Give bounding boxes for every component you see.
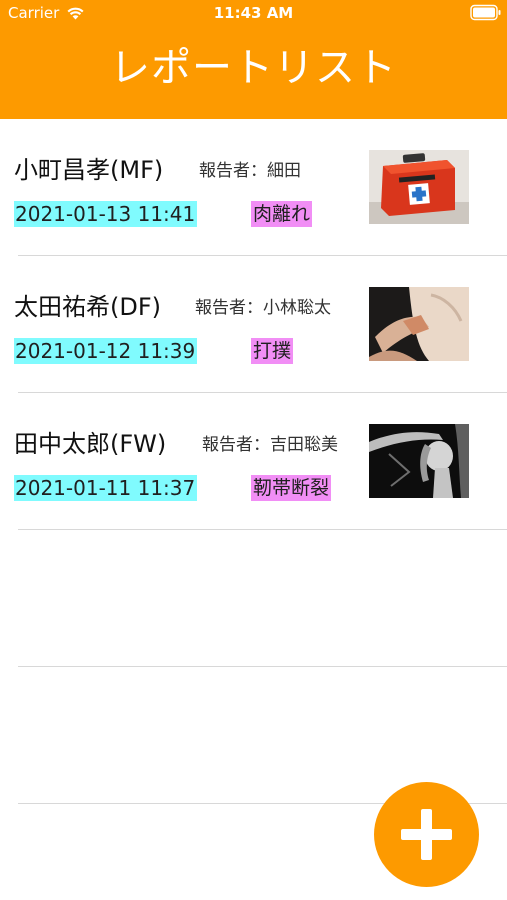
bandaged-finger-thumbnail (369, 287, 469, 361)
status-time: 11:43 AM (213, 4, 294, 22)
reporter-label: 報告者：小林聡太 (195, 298, 331, 318)
report-row[interactable]: 小町昌孝(MF) 報告者：細田 2021-01-13 11:41 肉離れ (0, 119, 507, 256)
battery-icon (470, 4, 501, 21)
player-name: 太田祐希(DF) (14, 293, 162, 321)
report-row[interactable]: 田中太郎(FW) 報告者：吉田聡美 2021-01-11 11:37 靭帯断裂 (0, 393, 507, 530)
plus-icon-vertical (421, 809, 432, 860)
reporter-label: 報告者：細田 (199, 161, 301, 181)
row-separator (18, 529, 507, 530)
injury-type: 肉離れ (251, 201, 313, 227)
page-title: レポートリスト (110, 45, 397, 91)
report-datetime: 2021-01-11 11:37 (14, 475, 198, 501)
first-aid-kit-thumbnail (369, 150, 469, 224)
shoulder-xray-thumbnail (369, 424, 469, 498)
player-name: 小町昌孝(MF) (14, 156, 164, 184)
player-name: 田中太郎(FW) (14, 430, 167, 458)
add-report-button[interactable] (374, 782, 479, 887)
row-separator (18, 666, 507, 667)
report-datetime: 2021-01-13 11:41 (14, 201, 198, 227)
reporter-label: 報告者：吉田聡美 (202, 435, 338, 455)
report-datetime: 2021-01-12 11:39 (14, 338, 198, 364)
report-row[interactable]: 太田祐希(DF) 報告者：小林聡太 2021-01-12 11:39 打撲 (0, 256, 507, 393)
injury-type: 靭帯断裂 (251, 475, 332, 501)
navigation-header: Carrier 11:43 AM レポートリスト (0, 0, 507, 119)
injury-type: 打撲 (251, 338, 294, 364)
status-bar: Carrier 11:43 AM (0, 0, 507, 28)
